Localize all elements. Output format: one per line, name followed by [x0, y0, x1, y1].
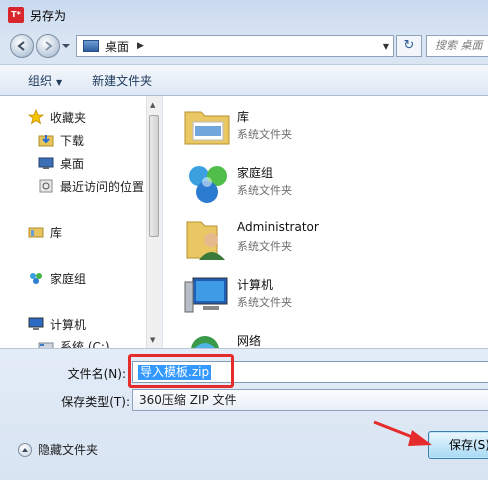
sidebar-item-libraries[interactable]: 库 — [28, 222, 62, 242]
arrow-left-icon — [17, 41, 25, 51]
annotation-highlight-box — [128, 354, 234, 388]
user-folder-icon — [186, 221, 225, 260]
save-form: 文件名(N): 导入模板.zip 保存类型(T): 360压缩 ZIP 文件 隐… — [0, 348, 488, 480]
sidebar-item-label: 计算机 — [50, 317, 87, 332]
sidebar-item-label: 桌面 — [60, 156, 85, 171]
save-as-dialog: T* 另存为 桌面 ▶ ▼ ↻ 搜索 桌面 组织 ▼ 新建文件夹 收藏夹 下载 … — [0, 0, 488, 480]
list-item[interactable]: 库 系统文件夹 — [183, 104, 483, 156]
sidebar-item-downloads[interactable]: 下载 — [38, 130, 84, 150]
item-type: 系统文件夹 — [237, 296, 292, 309]
sidebar-item-favorites[interactable]: 收藏夹 — [28, 107, 86, 127]
star-icon — [28, 109, 44, 125]
file-list: 库 系统文件夹 家庭组 系统文件夹 Administrator 系统文件夹 计算… — [163, 96, 488, 348]
back-button[interactable] — [10, 34, 34, 58]
filetype-select[interactable]: 360压缩 ZIP 文件 — [132, 389, 488, 411]
toolbar: 组织 ▼ 新建文件夹 — [0, 64, 488, 96]
refresh-icon: ↻ — [403, 38, 415, 53]
list-item[interactable]: Administrator 系统文件夹 — [183, 216, 483, 268]
search-input[interactable]: 搜索 桌面 — [426, 35, 488, 57]
item-type: 系统文件夹 — [237, 184, 292, 197]
chevron-right-icon[interactable]: ▶ — [137, 41, 144, 51]
history-dropdown-icon[interactable] — [62, 42, 70, 50]
address-dropdown-icon[interactable]: ▼ — [383, 42, 389, 51]
sidebar-item-homegroup[interactable]: 家庭组 — [28, 268, 86, 288]
refresh-button[interactable]: ↻ — [396, 35, 422, 57]
filename-label: 文件名(N): — [67, 367, 126, 381]
arrow-right-icon — [45, 41, 53, 51]
list-item[interactable]: 网络 系统文件夹 — [183, 328, 483, 348]
computer-icon — [184, 277, 228, 313]
forward-button[interactable] — [36, 34, 60, 58]
filetype-label: 保存类型(T): — [61, 395, 130, 409]
recent-places-icon — [39, 179, 53, 193]
item-type: 系统文件夹 — [237, 240, 292, 253]
chevron-down-icon: ▼ — [56, 77, 63, 87]
sidebar-item-label: 收藏夹 — [50, 110, 87, 125]
hide-folders-button[interactable]: 隐藏文件夹 — [18, 441, 98, 458]
title-bar: T* 另存为 — [0, 0, 488, 30]
sidebar-item-computer[interactable]: 计算机 — [28, 314, 86, 334]
filetype-value: 360压缩 ZIP 文件 — [139, 393, 237, 407]
computer-icon — [28, 317, 44, 330]
navigation-pane: 收藏夹 下载 桌面 最近访问的位置 库 家庭组 计算机 系统 (C:) — [0, 96, 162, 348]
sidebar-item-label: 库 — [50, 225, 63, 240]
network-icon — [191, 336, 219, 348]
sidebar-item-recent-places[interactable]: 最近访问的位置 — [38, 176, 144, 196]
item-name: 家庭组 — [237, 166, 274, 180]
list-item[interactable]: 计算机 系统文件夹 — [183, 272, 483, 324]
item-name: 库 — [237, 110, 250, 124]
homegroup-icon — [189, 166, 227, 203]
save-button[interactable]: 保存(S) — [428, 431, 488, 459]
drive-icon — [38, 342, 54, 348]
app-icon: T* — [8, 7, 24, 23]
sidebar-item-label: 家庭组 — [50, 271, 87, 286]
scroll-down-icon[interactable]: ▼ — [150, 336, 155, 344]
collapse-icon — [18, 442, 32, 457]
sidebar-item-label: 下载 — [60, 133, 85, 148]
desktop-icon — [83, 40, 99, 52]
sidebar-item-drive-c[interactable]: 系统 (C:) — [38, 336, 110, 348]
item-name: 计算机 — [237, 278, 274, 292]
sidebar-item-label: 最近访问的位置 — [60, 179, 145, 194]
address-bar[interactable]: 桌面 ▶ ▼ — [76, 35, 394, 57]
sidebar-scroll-thumb[interactable] — [149, 115, 159, 237]
hide-folders-label: 隐藏文件夹 — [38, 443, 99, 457]
desktop-icon — [38, 157, 54, 169]
organize-label: 组织 — [28, 73, 53, 88]
item-type: 系统文件夹 — [237, 128, 292, 141]
organize-menu[interactable]: 组织 ▼ — [28, 72, 62, 89]
address-row: 桌面 ▶ ▼ ↻ 搜索 桌面 — [0, 30, 488, 62]
annotation-arrow-icon — [373, 420, 432, 446]
download-folder-icon — [38, 135, 54, 147]
new-folder-button[interactable]: 新建文件夹 — [92, 72, 152, 89]
library-icon — [28, 227, 44, 238]
window-title: 另存为 — [30, 8, 67, 23]
item-name: Administrator — [237, 220, 319, 234]
list-item[interactable]: 家庭组 系统文件夹 — [183, 160, 483, 212]
scroll-up-icon[interactable]: ▲ — [150, 101, 155, 109]
sidebar-item-desktop[interactable]: 桌面 — [38, 153, 84, 173]
item-name: 网络 — [237, 334, 262, 348]
homegroup-icon — [30, 273, 42, 284]
sidebar-item-label: 系统 (C:) — [60, 339, 110, 349]
library-folder-icon — [184, 111, 230, 145]
address-location[interactable]: 桌面 — [105, 38, 129, 55]
